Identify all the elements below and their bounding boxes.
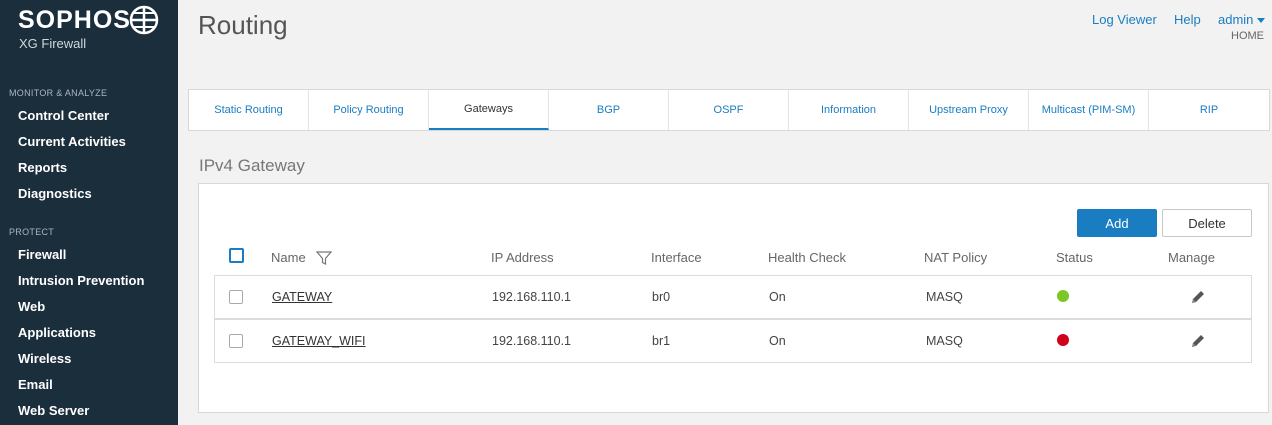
chevron-down-icon [1257,18,1266,24]
page-title: Routing [198,10,288,40]
health-check: On [769,290,786,304]
product-name: XG Firewall [19,36,87,51]
nav-item-diagnostics[interactable]: Diagnostics [18,186,92,201]
log-viewer-link[interactable]: Log Viewer [1092,12,1157,27]
nav-item-email[interactable]: Email [18,377,53,392]
column-header-nat-policy: NAT Policy [924,250,988,265]
filter-icon[interactable] [316,250,332,266]
tab-ospf[interactable]: OSPF [669,90,789,130]
interface: br1 [652,334,671,348]
column-header-manage: Manage [1168,250,1215,265]
tab-information[interactable]: Information [789,90,909,130]
column-header-name[interactable]: Name [271,250,306,265]
routing-tabs: Static Routing Policy Routing Gateways B… [188,89,1270,131]
breadcrumb[interactable]: HOME [1231,30,1264,42]
add-button[interactable]: Add [1077,209,1157,237]
row-checkbox[interactable] [229,290,243,304]
edit-pencil-icon[interactable] [1190,289,1206,305]
nav-item-reports[interactable]: Reports [18,160,67,175]
brand: SOPHOS XG Firewall [18,6,131,51]
globe-logo-icon [129,5,159,35]
tab-multicast[interactable]: Multicast (PIM-SM) [1029,90,1149,130]
select-all-checkbox[interactable] [229,248,244,263]
ip-address: 192.168.110.1 [492,334,572,348]
status-down-icon [1057,334,1069,346]
nav-section-protect: PROTECT [9,227,55,237]
nav-item-current-activities[interactable]: Current Activities [18,134,126,149]
section-title: IPv4 Gateway [199,156,305,175]
nav-item-firewall[interactable]: Firewall [18,247,66,262]
nav-item-web-server[interactable]: Web Server [18,403,89,418]
help-link[interactable]: Help [1174,12,1201,27]
admin-label: admin [1218,12,1254,27]
tab-bgp[interactable]: BGP [549,90,669,130]
gateway-panel: Add Delete Name IP Address Interface Hea… [198,183,1269,413]
column-header-status: Status [1056,250,1093,265]
tab-upstream-proxy[interactable]: Upstream Proxy [909,90,1029,130]
tab-static-routing[interactable]: Static Routing [189,90,309,130]
edit-pencil-icon[interactable] [1190,333,1206,349]
brand-name: SOPHOS [18,6,131,34]
nav-item-intrusion-prevention[interactable]: Intrusion Prevention [18,273,144,288]
ip-address: 192.168.110.1 [492,290,572,304]
nav-item-applications[interactable]: Applications [18,325,96,340]
column-header-ip: IP Address [491,250,554,265]
status-up-icon [1057,290,1069,302]
health-check: On [769,334,786,348]
admin-menu[interactable]: admin [1218,12,1266,27]
table-row: GATEWAY 192.168.110.1 br0 On MASQ [214,275,1252,319]
column-header-interface: Interface [651,250,702,265]
tab-policy-routing[interactable]: Policy Routing [309,90,429,130]
nav-item-wireless[interactable]: Wireless [18,351,71,366]
tab-rip[interactable]: RIP [1149,90,1269,130]
table-row: GATEWAY_WIFI 192.168.110.1 br1 On MASQ [214,319,1252,363]
gateway-name-link[interactable]: GATEWAY_WIFI [272,334,366,348]
gateway-name-link[interactable]: GATEWAY [272,290,332,304]
nav-item-control-center[interactable]: Control Center [18,108,109,123]
nav-section-monitor: MONITOR & ANALYZE [9,88,108,98]
nav-item-web[interactable]: Web [18,299,45,314]
tab-gateways[interactable]: Gateways [429,90,549,130]
nat-policy: MASQ [926,334,963,348]
interface: br0 [652,290,671,304]
column-header-health-check: Health Check [768,250,847,265]
delete-button[interactable]: Delete [1162,209,1252,237]
row-checkbox[interactable] [229,334,243,348]
sidebar: SOPHOS XG Firewall MONITOR & ANALYZE Con… [0,0,178,425]
nat-policy: MASQ [926,290,963,304]
